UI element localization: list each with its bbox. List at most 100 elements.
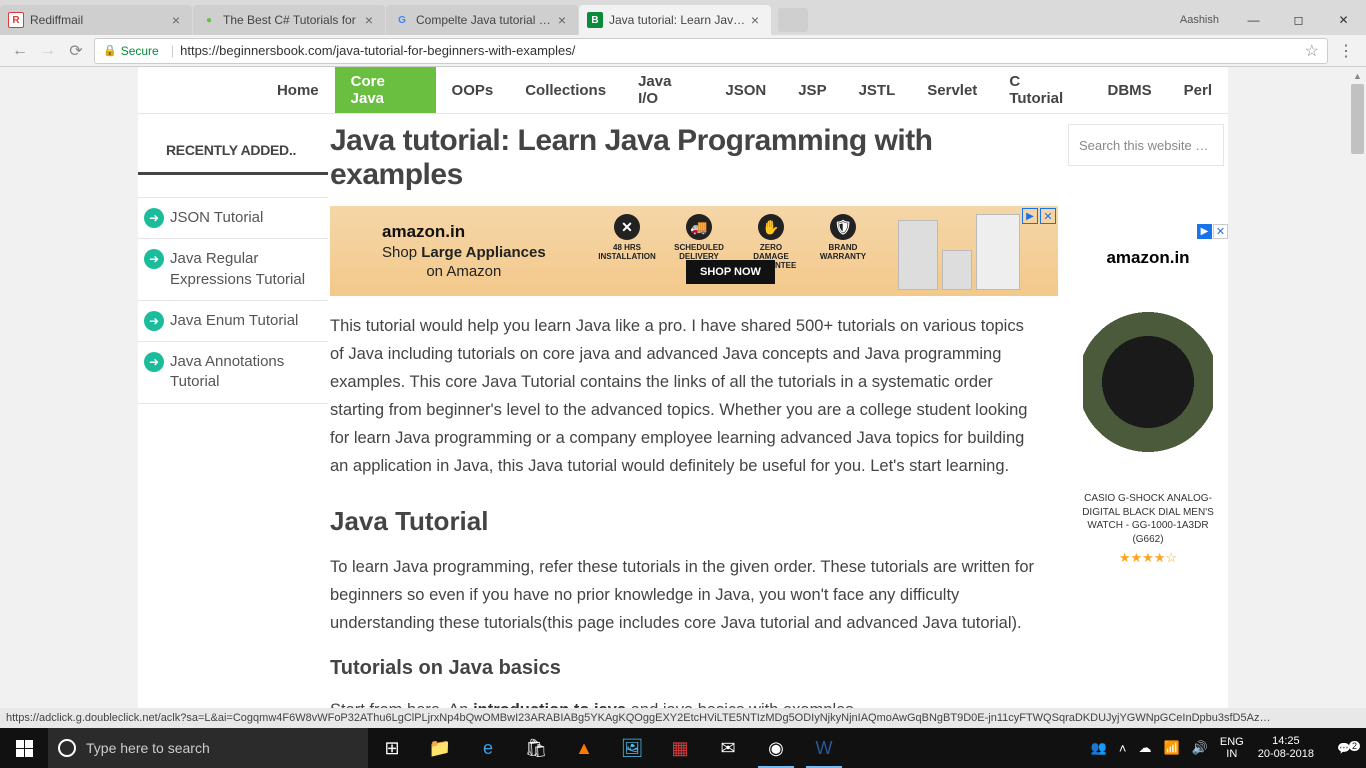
profile-name[interactable]: Aashish [1168,14,1231,26]
intro-paragraph: This tutorial would help you learn Java … [330,312,1042,480]
ad-info-icon[interactable]: ▶ [1022,208,1038,224]
product-name: CASIO G-SHOCK ANALOG-DIGITAL BLACK DIAL … [1068,492,1228,546]
wrench-icon: ✕ [614,214,640,240]
browser-tab-active[interactable]: B Java tutorial: Learn Java P × [579,5,771,35]
sidebar-item-label: Java Annotations Tutorial [170,352,322,393]
secure-indicator[interactable]: 🔒Secure [103,44,159,58]
arrow-icon: ➜ [144,249,164,269]
tray-chevron-icon[interactable]: ˄ [1113,741,1133,756]
notification-badge: 2 [1349,741,1360,751]
clock[interactable]: 14:2520-08-2018 [1250,735,1322,761]
close-icon[interactable]: × [361,12,377,28]
onedrive-icon[interactable]: ☁ [1133,740,1158,756]
section-heading: Java Tutorial [330,506,1058,537]
close-icon[interactable]: × [747,12,763,28]
notifications-icon[interactable]: 💬2 [1322,742,1366,755]
favicon-icon: G [394,12,410,28]
task-view-icon[interactable]: ⊞ [368,728,416,768]
page-title: Java tutorial: Learn Java Programming wi… [330,124,1058,192]
scroll-up-icon[interactable]: ▲ [1349,67,1366,84]
sidebar: RECENTLY ADDED.. ➜JSON Tutorial ➜Java Re… [138,114,328,728]
site-nav: Home Core Java OOPs Collections Java I/O… [138,67,1228,114]
chrome-menu-button[interactable]: ⋮ [1332,41,1360,61]
address-bar[interactable]: 🔒Secure | https://beginnersbook.com/java… [94,38,1328,64]
ad-close-icon[interactable]: ✕ [1213,224,1228,239]
sidebar-item-json[interactable]: ➜JSON Tutorial [138,198,328,239]
file-explorer-icon[interactable]: 📁 [416,728,464,768]
sidebar-item-annotations[interactable]: ➜ Java Annotations Tutorial [138,342,328,404]
tab-title: Compelte Java tutorial - G [416,13,554,27]
sidebar-item-regex[interactable]: ➜ Java Regular Expressions Tutorial [138,239,328,301]
nav-oops[interactable]: OOPs [436,67,510,113]
browser-tab-rediffmail[interactable]: R Rediffmail × [0,5,192,35]
ad-info-icon[interactable]: ▶ [1197,224,1212,239]
shield-icon: 🛡 [830,214,856,240]
tab-title: Rediffmail [30,13,168,27]
lock-icon: 🔒 [103,44,117,57]
language-indicator[interactable]: ENGIN [1214,736,1250,760]
nav-collections[interactable]: Collections [509,67,622,113]
new-tab-button[interactable] [778,8,808,32]
edge-icon[interactable]: e [464,728,512,768]
vlc-icon[interactable]: ▲ [560,728,608,768]
close-icon[interactable]: × [168,12,184,28]
people-icon[interactable]: 👥 [1085,740,1113,756]
taskbar-search[interactable]: Type here to search [48,728,368,768]
windows-taskbar: Type here to search ⊞ 📁 e 🛍 ▲ 🖼 ▦ ✉ ◉ W … [0,728,1366,768]
hand-icon: ✋ [758,214,784,240]
nav-home[interactable]: Home [261,67,335,113]
sidebar-ad[interactable]: ▶ ✕ amazon.in CASIO G-SHOCK ANALOG-DIGIT… [1068,224,1228,566]
chrome-icon[interactable]: ◉ [752,728,800,768]
start-button[interactable] [0,728,48,768]
nav-json[interactable]: JSON [709,67,782,113]
system-tray: 👥 ˄ ☁ 📶 🔊 ENGIN 14:2520-08-2018 💬2 [1085,728,1366,768]
scrollbar-thumb[interactable] [1351,84,1364,154]
wifi-icon[interactable]: 📶 [1158,740,1186,756]
browser-tab-csharp[interactable]: ● The Best C# Tutorials for × [193,5,385,35]
photos-icon[interactable]: 🖼 [608,728,656,768]
nav-c-tutorial[interactable]: C Tutorial [993,67,1091,113]
mail-icon[interactable]: ✉ [704,728,752,768]
nav-jstl[interactable]: JSTL [843,67,912,113]
forward-button[interactable]: → [34,37,62,65]
cortana-icon [58,739,76,757]
close-window-button[interactable]: ✕ [1321,5,1366,35]
arrow-icon: ➜ [144,352,164,372]
taskbar-apps: ⊞ 📁 e 🛍 ▲ 🖼 ▦ ✉ ◉ W [368,728,848,768]
nav-perl[interactable]: Perl [1168,67,1228,113]
volume-icon[interactable]: 🔊 [1186,740,1214,756]
nav-servlet[interactable]: Servlet [911,67,993,113]
nav-dbms[interactable]: DBMS [1091,67,1167,113]
nav-java-io[interactable]: Java I/O [622,67,709,113]
sidebar-header: RECENTLY ADDED.. [138,128,328,175]
ad-products [898,212,1020,290]
browser-tab-google[interactable]: G Compelte Java tutorial - G × [386,5,578,35]
ad-close-icon[interactable]: ✕ [1040,208,1056,224]
vertical-scrollbar[interactable]: ▲ ▼ [1349,67,1366,728]
close-icon[interactable]: × [554,12,570,28]
product-image [1083,282,1213,482]
search-input[interactable]: Search this website … [1068,124,1224,166]
ad-banner[interactable]: amazon.in Shop Large Appliances on Amazo… [330,206,1058,296]
sidebar-list: ➜JSON Tutorial ➜Java Regular Expressions… [138,197,328,404]
sidebar-item-enum[interactable]: ➜Java Enum Tutorial [138,301,328,342]
windows-icon [16,740,33,757]
minimize-button[interactable]: — [1231,5,1276,35]
favicon-icon: B [587,12,603,28]
nav-jsp[interactable]: JSP [782,67,842,113]
app-icon[interactable]: ▦ [656,728,704,768]
back-button[interactable]: ← [6,37,34,65]
sidebar-item-label: JSON Tutorial [170,208,263,228]
reload-button[interactable]: ⟳ [62,37,90,65]
ad-feature: ✕48 HRS INSTALLATION [600,214,654,270]
sidebar-item-label: Java Regular Expressions Tutorial [170,249,322,290]
maximize-button[interactable]: ◻ [1276,5,1321,35]
url-text: https://beginnersbook.com/java-tutorial-… [180,43,1301,58]
word-icon[interactable]: W [800,728,848,768]
store-icon[interactable]: 🛍 [512,728,560,768]
browser-tab-strip: R Rediffmail × ● The Best C# Tutorials f… [0,0,1366,35]
nav-core-java[interactable]: Core Java [335,67,436,113]
ad-cta-button[interactable]: SHOP NOW [686,260,775,284]
bookmark-icon[interactable]: ☆ [1305,41,1319,61]
tab-title: Java tutorial: Learn Java P [609,13,747,27]
